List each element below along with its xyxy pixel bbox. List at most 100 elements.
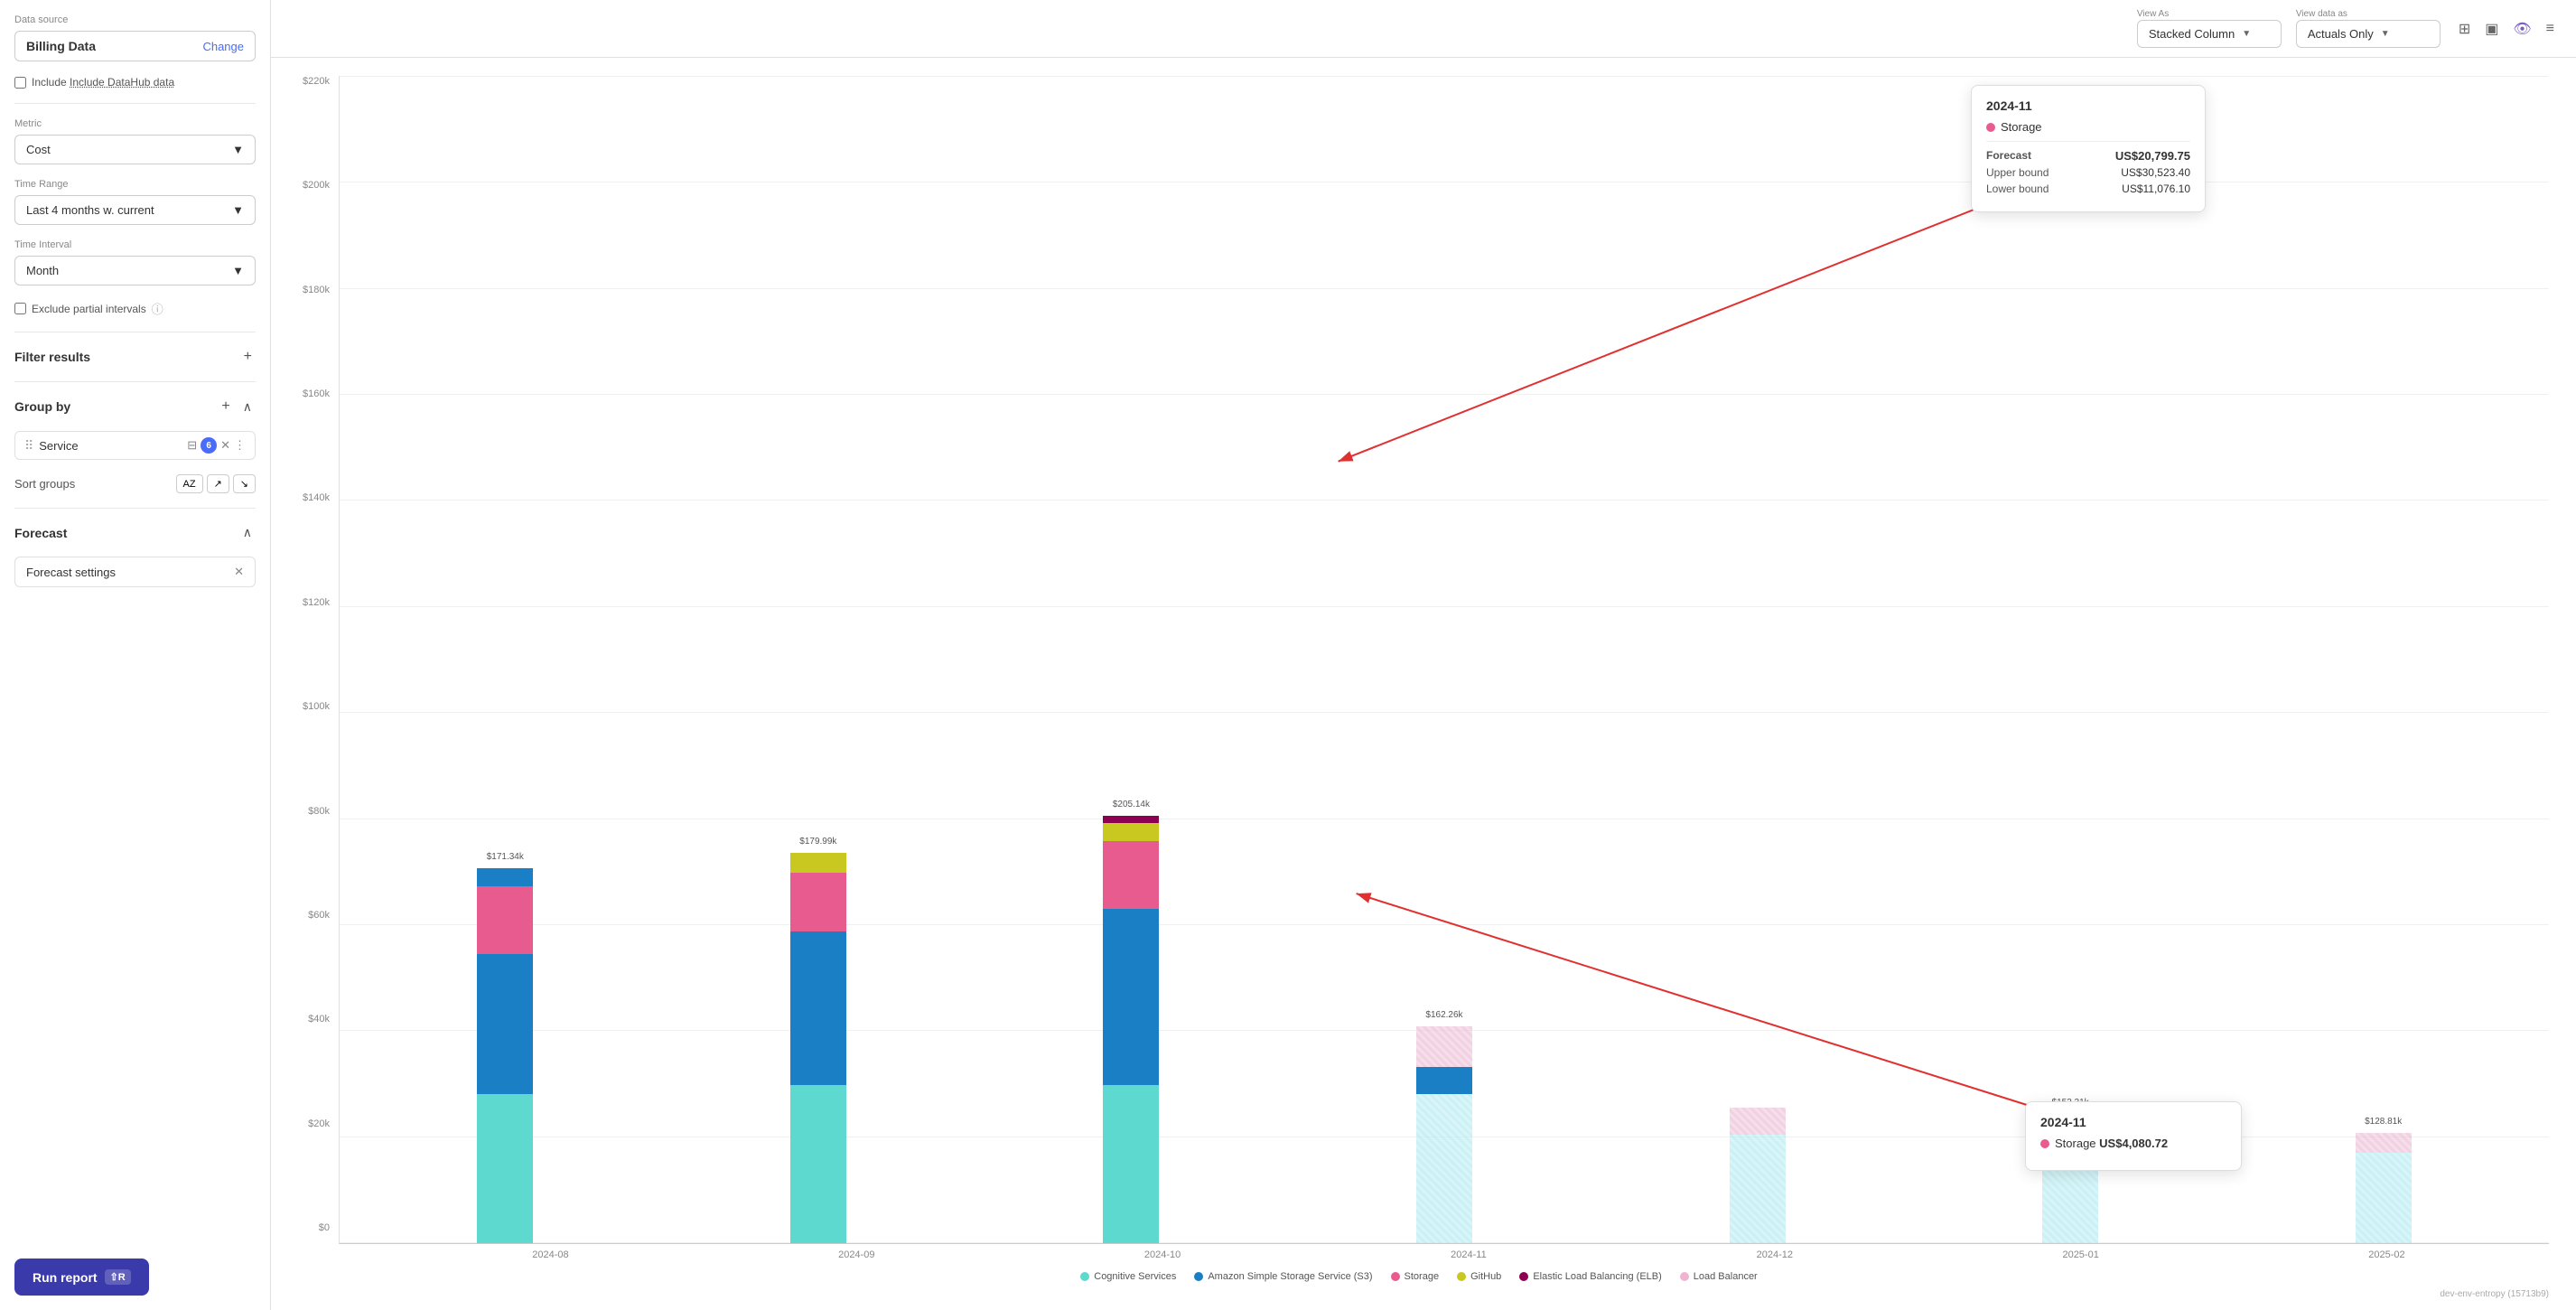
x-label: 2024-12 — [1747, 1249, 1803, 1260]
bar-total-label: $128.81k — [2365, 1117, 2402, 1127]
view-as-control: View As Stacked Column ▼ — [2137, 9, 2282, 48]
y-label: $120k — [303, 597, 330, 608]
metric-select[interactable]: Cost ▼ — [14, 135, 256, 164]
bar-group[interactable] — [1730, 1108, 1786, 1243]
y-label: $40k — [308, 1014, 330, 1025]
view-data-value: Actuals Only — [2308, 27, 2374, 41]
sort-groups-row: Sort groups AZ ↗ ↘ — [14, 474, 256, 493]
bar-stack[interactable] — [790, 853, 846, 1243]
bar-group[interactable]: $205.14k — [1103, 816, 1159, 1243]
view-data-dropdown[interactable]: Actuals Only ▼ — [2296, 20, 2441, 48]
more-icon[interactable]: ⋮ — [234, 438, 246, 453]
bar-segment — [1103, 841, 1159, 909]
view-as-dropdown[interactable]: Stacked Column ▼ — [2137, 20, 2282, 48]
y-label: $20k — [308, 1118, 330, 1129]
sidebar-bottom: Run report ⇧R — [14, 1259, 256, 1296]
forecast-title: Forecast — [14, 526, 67, 540]
eye-icon-btn[interactable]: 👁 — [2509, 16, 2534, 42]
group-by-header: Group by + ∧ — [14, 397, 256, 416]
metric-label: Metric — [14, 118, 256, 129]
bar-stack[interactable] — [1103, 816, 1159, 1243]
bar-group[interactable]: $171.34k — [477, 868, 533, 1243]
y-label: $220k — [303, 76, 330, 87]
bar-group[interactable]: $162.26k — [1416, 1026, 1472, 1243]
bar-segment — [790, 1085, 846, 1243]
x-label: 2025-02 — [2358, 1249, 2414, 1260]
menu-icon-btn[interactable]: ≡ — [2543, 17, 2558, 41]
bar-stack[interactable] — [1416, 1026, 1472, 1243]
y-label: $80k — [308, 806, 330, 817]
forecast-settings-box: Forecast settings ✕ — [14, 557, 256, 587]
bar-segment — [2042, 1114, 2098, 1139]
sort-asc-button[interactable]: ↗ — [207, 474, 229, 493]
change-link[interactable]: Change — [202, 40, 244, 53]
sort-az-button[interactable]: AZ — [176, 474, 203, 493]
add-filter-button[interactable]: + — [240, 347, 256, 367]
expand-icon-btn[interactable]: ⊞ — [2455, 16, 2474, 42]
bar-segment — [1103, 823, 1159, 841]
time-range-value: Last 4 months w. current — [26, 203, 154, 217]
metric-value: Cost — [26, 143, 51, 156]
x-axis: 2024-082024-092024-102024-112024-122025-… — [339, 1244, 2549, 1260]
bar-segment — [790, 853, 846, 873]
legend-label: Amazon Simple Storage Service (S3) — [1208, 1271, 1372, 1282]
view-as-value: Stacked Column — [2149, 27, 2235, 41]
y-label: $0 — [319, 1222, 330, 1233]
bar-group[interactable]: $128.81k — [2356, 1133, 2412, 1243]
time-range-select[interactable]: Last 4 months w. current ▼ — [14, 195, 256, 225]
legend-item: GitHub — [1457, 1271, 1501, 1282]
exclude-partial-row: Exclude partial intervals ⓘ — [14, 300, 256, 317]
sort-desc-button[interactable]: ↘ — [233, 474, 256, 493]
forecast-settings-label: Forecast settings — [26, 566, 116, 579]
service-label: Service — [39, 439, 182, 453]
collapse-forecast-button[interactable]: ∧ — [239, 523, 256, 542]
time-range-chevron: ▼ — [232, 203, 244, 217]
legend-label: GitHub — [1470, 1271, 1501, 1282]
exclude-partial-checkbox[interactable] — [14, 303, 26, 314]
legend-item: Load Balancer — [1680, 1271, 1758, 1282]
time-interval-label: Time Interval — [14, 239, 256, 250]
x-label: 2024-08 — [522, 1249, 578, 1260]
bar-stack[interactable] — [2356, 1133, 2412, 1243]
sort-buttons: AZ ↗ ↘ — [176, 474, 257, 493]
y-label: $200k — [303, 180, 330, 191]
filter-icon[interactable]: ⊟ — [187, 438, 197, 453]
bar-segment — [2356, 1153, 2412, 1243]
y-label: $60k — [308, 910, 330, 921]
bar-stack[interactable] — [2042, 1114, 2098, 1243]
bar-segment — [1730, 1108, 1786, 1135]
forecast-settings-close[interactable]: ✕ — [234, 565, 244, 579]
divider-1 — [14, 103, 256, 104]
time-interval-section: Time Interval Month ▼ — [14, 239, 256, 285]
close-icon[interactable]: ✕ — [220, 438, 230, 453]
layout-icon-btn[interactable]: ▣ — [2481, 16, 2502, 42]
bar-segment — [1103, 816, 1159, 823]
bar-segment — [2042, 1139, 2098, 1243]
group-by-actions: + ∧ — [218, 397, 256, 416]
bar-stack[interactable] — [477, 868, 533, 1243]
collapse-group-button[interactable]: ∧ — [239, 397, 256, 416]
bar-group[interactable]: $179.99k — [790, 853, 846, 1243]
bar-segment — [477, 1094, 533, 1243]
include-datahub-checkbox[interactable] — [14, 77, 26, 89]
time-interval-select[interactable]: Month ▼ — [14, 256, 256, 285]
bar-group[interactable]: $153.21k — [2042, 1114, 2098, 1243]
main-content: View As Stacked Column ▼ View data as Ac… — [271, 0, 2576, 1310]
metric-chevron: ▼ — [232, 143, 244, 156]
legend-dot — [1391, 1272, 1400, 1281]
run-report-kbd: ⇧R — [105, 1269, 131, 1285]
bars-area: $171.34k $179.99k $205.14k $162.26k $153.21k… — [339, 76, 2549, 1244]
view-data-chevron: ▼ — [2381, 29, 2390, 39]
sort-groups-label: Sort groups — [14, 477, 75, 491]
run-report-button[interactable]: Run report ⇧R — [14, 1259, 149, 1296]
include-datahub-label: Include Include DataHub data — [32, 76, 174, 89]
legend-label: Storage — [1405, 1271, 1440, 1282]
bar-stack[interactable] — [1730, 1108, 1786, 1243]
legend-label: Load Balancer — [1694, 1271, 1758, 1282]
add-group-button[interactable]: + — [218, 397, 233, 416]
legend-dot — [1080, 1272, 1089, 1281]
view-as-chevron: ▼ — [2242, 29, 2251, 39]
chart-container: $220k$200k$180k$160k$140k$120k$100k$80k$… — [289, 76, 2549, 1260]
legend-item: Elastic Load Balancing (ELB) — [1519, 1271, 1661, 1282]
footer-text: dev-env-entropy (15713b9) — [289, 1287, 2549, 1301]
